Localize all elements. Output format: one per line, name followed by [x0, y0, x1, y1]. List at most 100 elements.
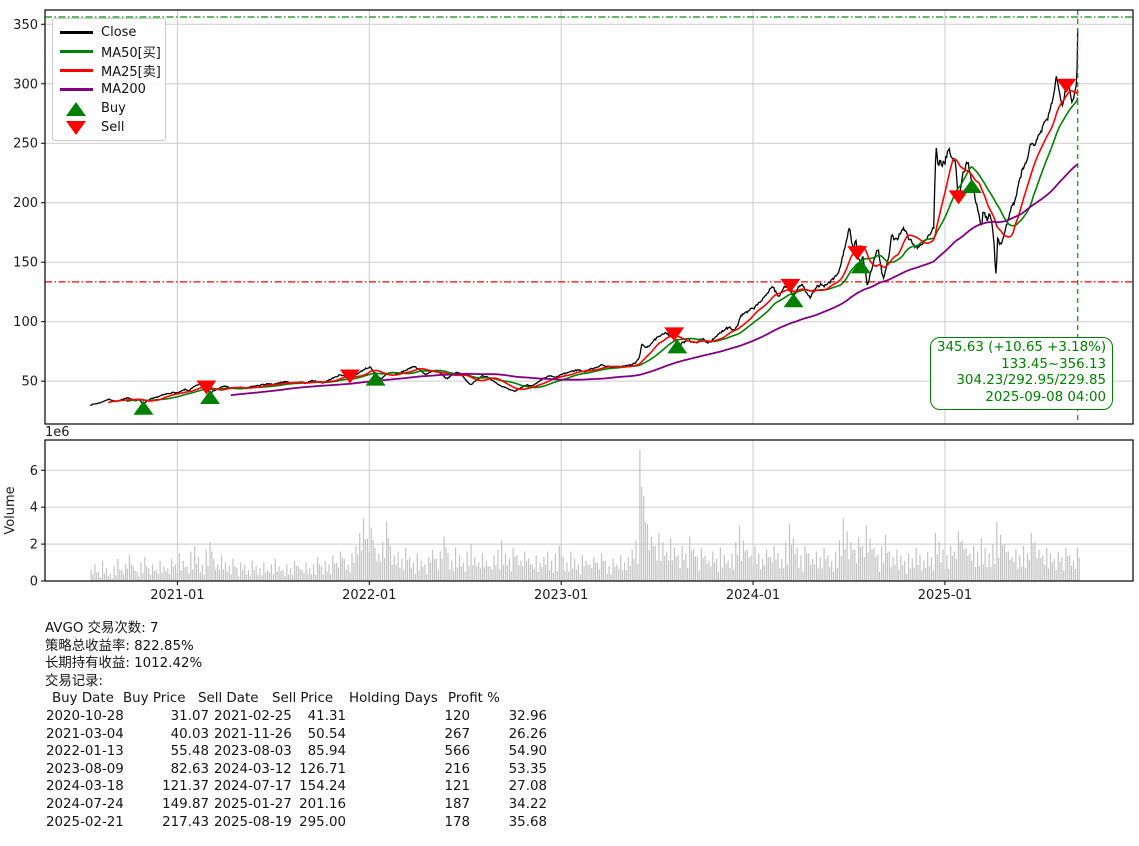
volume-bar [470, 544, 472, 581]
ma25-line-swatch [59, 69, 93, 72]
volume-bar [998, 557, 1000, 581]
volume-bar [835, 551, 837, 581]
volume-bar [635, 540, 637, 581]
annotation-ma-line: 304.23/292.95/229.85 [956, 373, 1106, 389]
legend-label: MA200 [101, 82, 146, 97]
table-cell: 54.90 [508, 744, 547, 760]
price-tick-label: 350 [13, 18, 38, 33]
volume-bar [953, 551, 956, 581]
volume-bar [161, 572, 163, 581]
volume-bar [583, 566, 585, 581]
volume-bar [201, 564, 203, 581]
volume-bar [330, 574, 332, 581]
table-cell: 2024-07-17 [214, 779, 292, 795]
volume-bar [721, 567, 723, 581]
volume-bar [773, 545, 775, 581]
legend-label: Close [101, 25, 137, 40]
volume-bar [821, 567, 823, 581]
table-cell: 121.37 [162, 779, 209, 795]
volume-bar [378, 553, 380, 581]
volume-bar [291, 574, 294, 581]
table-cell: 26.26 [508, 726, 547, 742]
volume-bar [988, 553, 990, 581]
volume-bar [892, 557, 894, 581]
volume-bar [535, 555, 537, 581]
trade-count-line: AVGO 交易次数: 7 [45, 621, 159, 636]
legend-item-ma25: MA25[卖] [53, 61, 165, 80]
last-quote-annotation: 345.63 (+10.65 +3.18%) 133.45~356.13 304… [930, 337, 1113, 410]
volume-bar [967, 555, 969, 581]
volume-bar [155, 569, 157, 581]
volume-bar [295, 565, 297, 581]
volume-bar [798, 567, 800, 581]
volume-bar [171, 558, 173, 581]
volume-bar [938, 542, 940, 581]
volume-bar [195, 563, 198, 581]
volume-bar [804, 545, 806, 581]
volume-bar [996, 521, 998, 581]
table-cell: 121 [444, 779, 470, 795]
price-tick-label: 50 [21, 375, 38, 390]
volume-bar [927, 551, 929, 581]
volume-bar [487, 566, 489, 581]
table-cell: 216 [444, 761, 470, 777]
volume-bar [543, 557, 545, 581]
table-cell: 2025-02-21 [46, 814, 124, 830]
volume-bar [675, 557, 677, 581]
hold-return-line: 长期持有收益: 1012.42% [45, 656, 203, 672]
volume-bar [932, 570, 934, 581]
table-cell: 53.35 [508, 761, 547, 777]
volume-bar [109, 573, 111, 581]
volume-bar [990, 566, 992, 581]
volume-bar [957, 531, 959, 581]
volume-bar [349, 572, 351, 581]
volume-bar [852, 550, 854, 581]
volume-bar [123, 574, 125, 581]
table-cell: 2022-01-13 [46, 744, 124, 760]
volume-bar [687, 567, 689, 581]
volume-bar [107, 576, 109, 581]
volume-bar [670, 538, 672, 581]
volume-bar [501, 540, 503, 581]
volume-bar [153, 570, 155, 581]
volume-bar [188, 573, 190, 581]
volume-bar [575, 569, 578, 581]
volume-bar [220, 555, 223, 581]
volume-bar [391, 564, 393, 581]
price-tick-label: 250 [13, 137, 38, 152]
volume-bar [397, 551, 399, 581]
volume-bar [808, 553, 810, 581]
volume-bar [631, 549, 633, 581]
legend[interactable]: Close MA50[买] MA25[卖] MA200 Buy Sell [52, 18, 166, 141]
buy-marker [200, 390, 221, 405]
volume-bar [130, 564, 132, 581]
volume-bar [641, 486, 643, 581]
volume-bar [314, 574, 317, 581]
volume-bar [827, 555, 829, 581]
table-cell: 2023-08-09 [46, 761, 124, 777]
volume-bar [96, 572, 98, 581]
volume-bar [796, 547, 798, 581]
volume-bar [245, 574, 247, 581]
volume-bar [278, 566, 280, 581]
volume-bar [98, 571, 100, 581]
volume-bar [514, 556, 516, 581]
volume-bar [917, 565, 919, 581]
volume-bar [595, 562, 597, 581]
volume-bar [863, 556, 865, 581]
ma50-line-swatch [59, 50, 93, 53]
volume-bar [564, 571, 566, 581]
volume-bar [458, 555, 461, 581]
volume-bar [614, 566, 616, 581]
volume-bar [854, 549, 856, 581]
volume-bar [351, 553, 353, 581]
volume-bar [211, 551, 213, 581]
table-cell: 32.96 [508, 708, 547, 724]
volume-bar [249, 576, 251, 581]
volume-bar [871, 549, 873, 581]
volume-bar [401, 558, 403, 581]
table-row: 2024-03-18 121.37 2024-07-17 154.24 121 27.08 [45, 778, 685, 796]
volume-bar [886, 552, 888, 581]
volume-bar [545, 564, 547, 581]
volume-bar [942, 549, 944, 581]
